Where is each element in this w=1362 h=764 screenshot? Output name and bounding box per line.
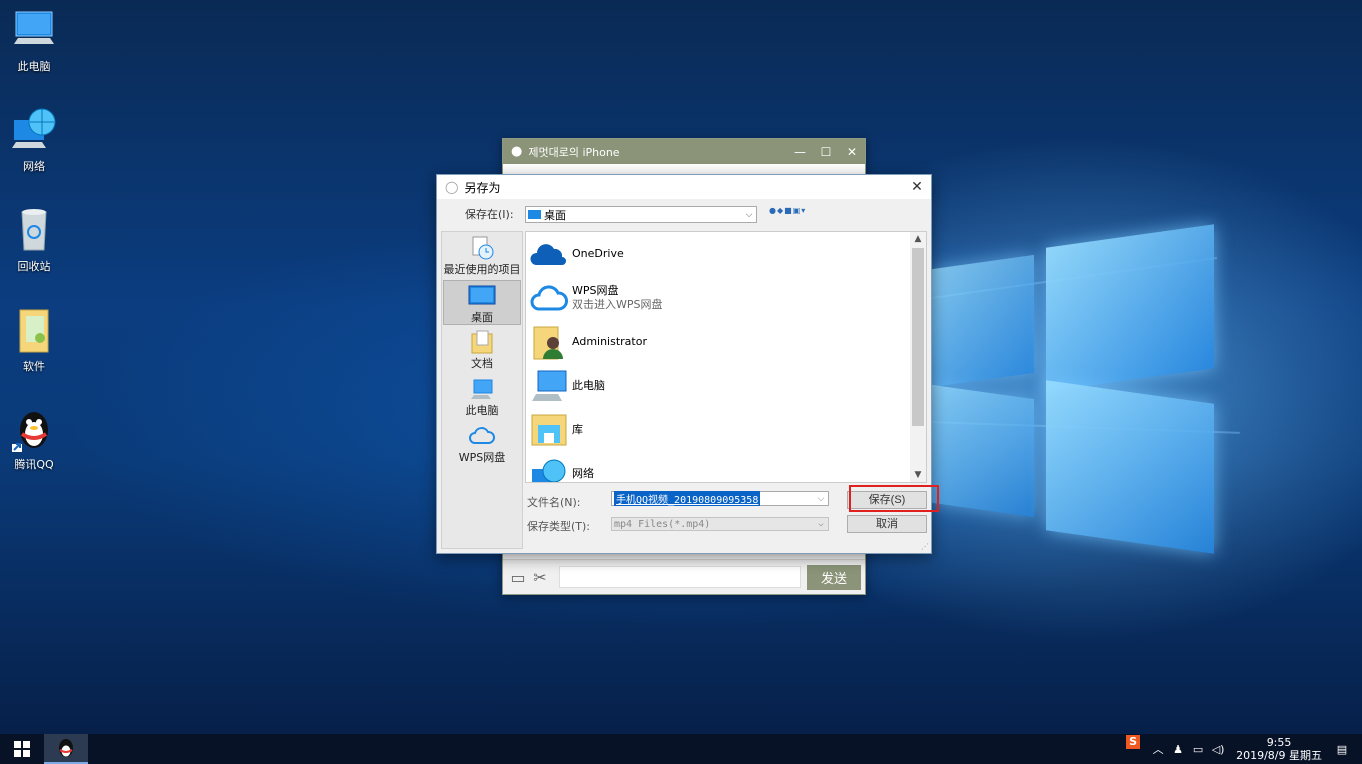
save-button-highlight — [849, 485, 939, 512]
chat-input[interactable] — [559, 566, 801, 588]
list-item-wps-cloud[interactable]: WPS网盘 双击进入WPS网盘 — [526, 276, 926, 320]
folder-icon — [10, 306, 58, 354]
chevron-down-icon: ⌵ — [818, 519, 824, 529]
list-item-this-pc[interactable]: 此电脑 — [526, 364, 926, 408]
onedrive-cloud-icon — [530, 235, 568, 273]
chevron-down-icon[interactable]: ▼ — [910, 470, 926, 480]
desktop-icon-software-folder[interactable]: 软件 — [4, 306, 64, 374]
desktop-icon-qq[interactable]: 腾讯QQ — [4, 404, 64, 472]
desktop-icon — [444, 283, 520, 309]
notification-icon[interactable]: ▤ — [1332, 743, 1352, 756]
filename-input[interactable]: 手机QQ视频_20190809095358 ⌵ — [611, 491, 829, 506]
qq-penguin-icon: ◯ — [445, 180, 459, 194]
close-icon[interactable]: ✕ — [903, 179, 931, 195]
dialog-title: 另存为 — [464, 180, 501, 195]
network-icon[interactable]: ▭ — [1188, 743, 1208, 756]
desktop-icon — [528, 210, 541, 219]
chevron-down-icon: ⌵ — [745, 209, 753, 220]
list-item-administrator[interactable]: Administrator — [526, 320, 926, 364]
resize-grip-icon[interactable]: ⋰ — [921, 542, 929, 551]
wallpaper-logo-pane — [932, 384, 1034, 518]
filetype-label: 保存类型(T): — [527, 520, 591, 533]
minimize-button[interactable]: — — [787, 145, 813, 159]
scrollbar-thumb[interactable] — [912, 248, 924, 426]
cloud-icon — [443, 423, 521, 449]
volume-icon[interactable]: ◁) — [1208, 743, 1228, 756]
wps-cloud-icon — [530, 279, 568, 317]
qq-penguin-icon: ● — [511, 144, 523, 159]
new-folder-icon[interactable]: ■ — [784, 206, 793, 215]
user-folder-icon — [530, 323, 568, 361]
wallpaper-logo-pane — [1046, 380, 1214, 554]
qq-input-bar: ▭ ✂ 发送 — [503, 559, 865, 594]
chevron-down-icon[interactable]: ⌵ — [814, 494, 828, 504]
scissors-icon[interactable]: ✂ — [529, 568, 551, 587]
library-folder-icon — [530, 411, 568, 449]
save-in-label: 保存在(I): — [465, 208, 514, 221]
windows-logo-icon — [14, 741, 30, 757]
qq-window-title: 제멋대로의 iPhone — [528, 145, 620, 159]
place-documents[interactable]: 文档 — [443, 327, 521, 372]
filename-value: 手机QQ视频_20190809095358 — [614, 491, 761, 506]
save-in-value: 桌面 — [544, 208, 566, 222]
folder-icon[interactable]: ▭ — [507, 568, 529, 587]
dialog-title-bar[interactable]: ◯ 另存为 ✕ — [437, 175, 931, 199]
desktop-icon-recycle-bin[interactable]: 回收站 — [4, 206, 64, 274]
filename-label: 文件名(N): — [527, 496, 581, 509]
place-wps-cloud[interactable]: WPS网盘 — [443, 421, 521, 466]
view-menu-icon[interactable]: ▣▾ — [793, 206, 807, 215]
qq-penguin-icon — [10, 404, 58, 452]
place-this-pc[interactable]: 此电脑 — [443, 374, 521, 419]
dialog-toolbar: ●◆■▣▾ — [769, 206, 806, 215]
filetype-value: mp4 Files(*.mp4) — [614, 518, 711, 530]
back-icon[interactable]: ● — [769, 206, 777, 215]
desktop-icon-computer[interactable]: 此电脑 — [4, 6, 64, 74]
file-list: OneDrive WPS网盘 双击进入WPS网盘 Administrator 此电… — [525, 231, 927, 483]
sogou-ime-icon[interactable]: S — [1126, 735, 1141, 749]
system-tray: S ︿ ♟ ▭ ◁) 9:55 2019/8/9 星期五 ▤ — [1126, 734, 1362, 764]
computer-icon — [10, 6, 58, 54]
filetype-select[interactable]: mp4 Files(*.mp4) ⌵ — [611, 517, 829, 531]
taskbar: S ︿ ♟ ▭ ◁) 9:55 2019/8/9 星期五 ▤ — [0, 734, 1362, 764]
qq-tray-icon[interactable]: ♟ — [1168, 743, 1188, 756]
clock-time: 9:55 — [1266, 736, 1292, 749]
documents-icon — [443, 329, 521, 355]
place-desktop[interactable]: 桌面 — [443, 280, 521, 325]
vertical-scrollbar[interactable]: ▲ ▼ — [910, 232, 926, 482]
computer-icon — [443, 376, 521, 402]
maximize-button[interactable]: ☐ — [813, 145, 839, 159]
list-item-library[interactable]: 库 — [526, 408, 926, 452]
network-globe-icon — [530, 455, 568, 482]
clock[interactable]: 9:55 2019/8/9 星期五 — [1236, 736, 1322, 762]
place-recent[interactable]: 最近使用的项目 — [443, 233, 521, 278]
recycle-bin-icon — [10, 206, 58, 254]
send-button[interactable]: 发送 — [807, 564, 861, 590]
network-globe-icon — [10, 106, 58, 154]
taskbar-qq-app[interactable] — [44, 734, 88, 764]
save-in-dropdown[interactable]: 桌面 ⌵ — [525, 206, 757, 223]
desktop-icon-network[interactable]: 网络 — [4, 106, 64, 174]
start-button[interactable] — [0, 734, 44, 764]
list-item-network[interactable]: 网络 — [526, 452, 926, 482]
wallpaper-logo-pane — [1046, 224, 1214, 392]
recent-clock-icon — [443, 235, 521, 261]
clock-date: 2019/8/9 星期五 — [1236, 749, 1322, 762]
qq-title-bar[interactable]: ● 제멋대로의 iPhone — ☐ ✕ — [503, 139, 865, 164]
places-bar: 最近使用的项目 桌面 文档 此电脑 WPS网盘 — [441, 231, 523, 549]
close-button[interactable]: ✕ — [839, 145, 865, 159]
list-item-onedrive[interactable]: OneDrive — [526, 232, 926, 276]
wallpaper-logo-pane — [932, 254, 1034, 388]
chevron-up-icon[interactable]: ︿ — [1148, 741, 1168, 757]
chevron-up-icon[interactable]: ▲ — [910, 234, 926, 244]
cancel-button[interactable]: 取消 — [847, 515, 927, 533]
qq-penguin-icon — [59, 739, 73, 757]
computer-icon — [530, 367, 568, 405]
